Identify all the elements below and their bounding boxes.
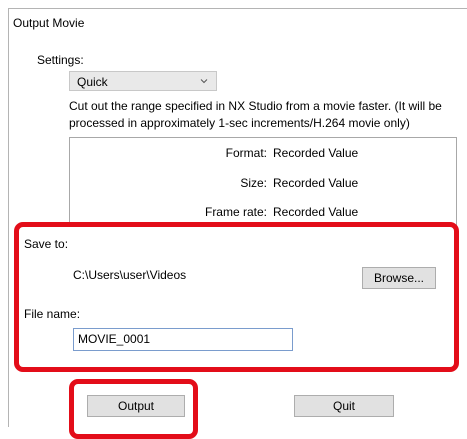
size-label: Size: [240,176,267,190]
framerate-value: Recorded Value [273,205,359,219]
file-name-value: MOVIE_0001 [78,332,151,346]
framerate-label: Frame rate: [204,205,267,219]
quit-button[interactable]: Quit [294,395,394,417]
settings-description: Cut out the range specified in NX Studio… [69,99,442,130]
settings-dropdown[interactable]: Quick [69,71,217,91]
window-top-border [8,8,467,9]
save-to-label: Save to: [24,237,69,251]
settings-dropdown-value: Quick [77,75,108,89]
movie-info-box: Format: Recorded Value Size: Recorded Va… [69,137,457,233]
window-left-border [8,8,9,427]
format-label: Format: [225,146,267,160]
window-title: Output Movie [13,16,85,30]
browse-button[interactable]: Browse... [362,267,436,289]
chevron-down-icon [200,74,208,84]
file-name-input[interactable]: MOVIE_0001 [73,328,293,351]
settings-label: Settings: [37,53,84,67]
format-value: Recorded Value [273,146,359,160]
output-button[interactable]: Output [87,395,185,417]
file-name-label: File name: [24,307,81,321]
save-path: C:\Users\user\Videos [73,268,187,282]
size-value: Recorded Value [273,176,359,190]
